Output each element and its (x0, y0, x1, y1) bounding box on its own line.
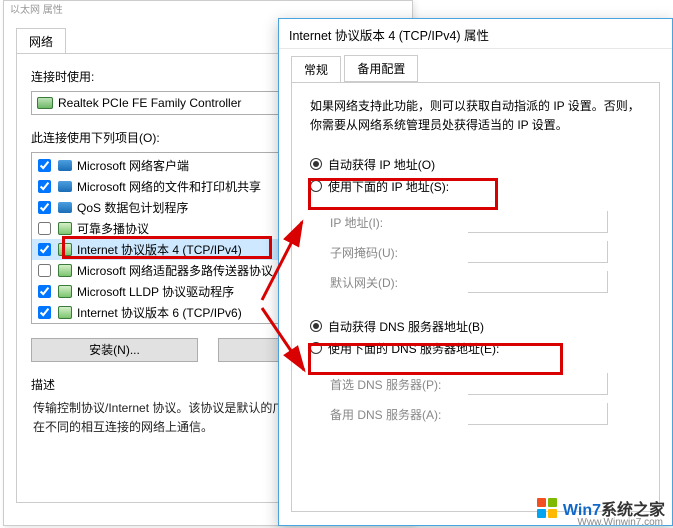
item-checkbox[interactable] (38, 306, 51, 319)
radio-auto-dns-label: 自动获得 DNS 服务器地址(B) (328, 318, 484, 335)
tab-strip-2: 常规 备用配置 (279, 49, 672, 82)
install-button[interactable]: 安装(N)... (31, 338, 198, 362)
dns2-label: 备用 DNS 服务器(A): (330, 406, 458, 423)
dns1-input[interactable] (468, 373, 608, 395)
item-label: Microsoft 网络的文件和打印机共享 (77, 178, 261, 195)
protocol-icon (57, 263, 73, 279)
item-checkbox[interactable] (38, 243, 51, 256)
radio-icon (310, 180, 322, 192)
dns2-input[interactable] (468, 403, 608, 425)
radio-auto-ip-label: 自动获得 IP 地址(O) (328, 156, 435, 173)
item-checkbox[interactable] (38, 285, 51, 298)
watermark-url: Www.Winwin7.com (577, 517, 663, 528)
radio-icon (310, 342, 322, 354)
protocol-icon (57, 305, 73, 321)
tab-general[interactable]: 常规 (291, 56, 341, 82)
gateway-label: 默认网关(D): (330, 274, 458, 291)
radio-icon (310, 320, 322, 332)
ipv4-properties-dialog: Internet 协议版本 4 (TCP/IPv4) 属性 常规 备用配置 如果… (278, 18, 673, 526)
tab-alt-config[interactable]: 备用配置 (344, 55, 418, 82)
subnet-mask-label: 子网掩码(U): (330, 244, 458, 261)
dns1-label: 首选 DNS 服务器(P): (330, 376, 458, 393)
item-label: QoS 数据包计划程序 (77, 199, 188, 216)
protocol-icon (57, 221, 73, 237)
item-label: Microsoft 网络适配器多路传送器协议 (77, 262, 273, 279)
protocol-icon (57, 284, 73, 300)
gateway-input[interactable] (468, 271, 608, 293)
tab-network[interactable]: 网络 (16, 28, 66, 54)
item-checkbox[interactable] (38, 159, 51, 172)
ip-address-label: IP 地址(I): (330, 214, 458, 231)
service-icon (57, 158, 73, 174)
dialog-title: 以太网 属性 (10, 5, 63, 16)
nic-icon (32, 92, 58, 114)
radio-auto-ip[interactable]: 自动获得 IP 地址(O) (310, 153, 641, 175)
item-label: Internet 协议版本 4 (TCP/IPv4) (77, 241, 242, 258)
item-checkbox[interactable] (38, 264, 51, 277)
protocol-icon (57, 242, 73, 258)
ip-address-input[interactable] (468, 211, 608, 233)
radio-manual-dns[interactable]: 使用下面的 DNS 服务器地址(E): (310, 337, 641, 359)
service-icon (57, 200, 73, 216)
dialog2-title: Internet 协议版本 4 (TCP/IPv4) 属性 (289, 29, 489, 43)
item-label: Internet 协议版本 6 (TCP/IPv6) (77, 304, 242, 321)
dialog2-titlebar[interactable]: Internet 协议版本 4 (TCP/IPv4) 属性 (279, 19, 672, 49)
item-label: Microsoft LLDP 协议驱动程序 (77, 283, 234, 300)
radio-manual-ip-label: 使用下面的 IP 地址(S): (328, 178, 449, 195)
item-checkbox[interactable] (38, 180, 51, 193)
radio-manual-dns-label: 使用下面的 DNS 服务器地址(E): (328, 340, 499, 357)
item-label: 可靠多播协议 (77, 220, 149, 237)
item-label: Microsoft 网络客户端 (77, 157, 189, 174)
item-checkbox[interactable] (38, 201, 51, 214)
subnet-mask-input[interactable] (468, 241, 608, 263)
radio-auto-dns[interactable]: 自动获得 DNS 服务器地址(B) (310, 315, 641, 337)
radio-manual-ip[interactable]: 使用下面的 IP 地址(S): (310, 175, 641, 197)
windows-logo-icon (537, 498, 557, 518)
adapter-name: Realtek PCIe FE Family Controller (58, 96, 241, 110)
item-checkbox[interactable] (38, 222, 51, 235)
service-icon (57, 179, 73, 195)
radio-icon (310, 158, 322, 170)
info-text: 如果网络支持此功能，则可以获取自动指派的 IP 设置。否则，你需要从网络系统管理… (310, 97, 641, 135)
dialog2-body: 如果网络支持此功能，则可以获取自动指派的 IP 设置。否则，你需要从网络系统管理… (291, 82, 660, 512)
watermark: Win7系统之家 Www.Winwin7.com (537, 496, 665, 520)
